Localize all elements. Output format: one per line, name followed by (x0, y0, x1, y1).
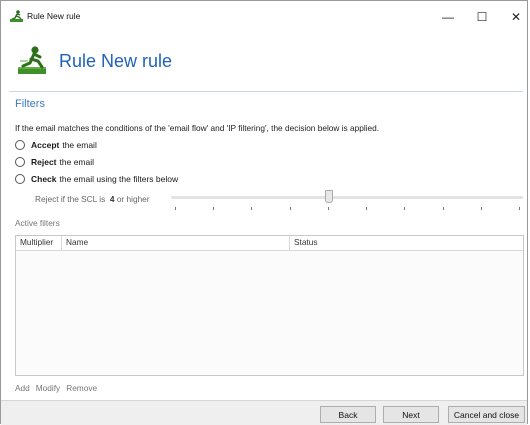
scl-suffix: or higher (116, 194, 150, 204)
scl-slider-tick (480, 207, 482, 210)
reject-option-text: the email (59, 157, 95, 167)
scl-slider-thumb[interactable] (324, 190, 333, 203)
check-radio[interactable] (15, 174, 25, 184)
scl-value: 4 (109, 194, 115, 204)
modify-filter-link[interactable]: Modify (36, 383, 60, 393)
column-header-multiplier[interactable]: Multiplier (16, 236, 62, 250)
table-header: Multiplier Name Status (16, 236, 523, 251)
cancel-and-close-button[interactable]: Cancel and close (448, 406, 525, 423)
scl-slider-tick (404, 207, 406, 210)
accept-option[interactable]: Accept the email (15, 140, 97, 150)
check-option[interactable]: Check the email using the filters below (15, 174, 178, 184)
rule-runner-icon (18, 46, 46, 74)
remove-filter-link[interactable]: Remove (66, 383, 97, 393)
page-title: Rule New rule (59, 51, 173, 71)
column-header-status[interactable]: Status (290, 236, 523, 250)
reject-option[interactable]: Reject the email (15, 157, 94, 167)
scl-slider-tick (519, 207, 520, 210)
scl-slider-tick (442, 207, 444, 210)
window-title: Rule New rule (27, 11, 81, 21)
scl-slider-tick (289, 207, 291, 210)
filter-actions: Add Modify Remove (15, 383, 97, 393)
scl-slider-tick (213, 207, 215, 210)
close-button[interactable]: ✕ (501, 7, 530, 27)
check-option-keyword: Check (31, 174, 57, 184)
scl-slider-track[interactable] (171, 196, 523, 199)
rule-runner-icon (10, 10, 23, 22)
accept-option-keyword: Accept (31, 140, 60, 150)
close-icon: ✕ (510, 10, 522, 24)
dialog-footer: Back Next Cancel and close (1, 400, 527, 425)
scl-slider-tick (366, 207, 368, 210)
accept-radio[interactable] (15, 140, 25, 150)
title-bar: Rule New rule — ☐ ✕ (1, 1, 527, 33)
dialog-header: Rule New rule (1, 41, 527, 89)
rule-dialog-window: Rule New rule — ☐ ✕ Rule New rule Filter… (0, 0, 528, 425)
accept-option-text: the email (62, 140, 97, 150)
check-option-text: the email using the filters below (59, 174, 179, 184)
back-button[interactable]: Back (320, 406, 376, 423)
minimize-button[interactable]: — (433, 7, 463, 27)
maximize-icon: ☐ (476, 10, 488, 24)
scl-threshold-label: Reject if the SCL is 4 or higher (35, 194, 150, 204)
filters-section-title: Filters (15, 98, 45, 110)
column-header-name[interactable]: Name (62, 236, 290, 250)
scl-prefix: Reject if the SCL is (35, 194, 106, 204)
scl-slider-tick (175, 207, 176, 210)
active-filters-table[interactable]: Multiplier Name Status (15, 235, 524, 376)
maximize-button[interactable]: ☐ (467, 7, 497, 27)
scl-slider[interactable] (171, 189, 523, 211)
header-divider (9, 91, 523, 92)
scl-slider-tick (327, 207, 329, 210)
minimize-icon: — (442, 10, 454, 24)
next-button[interactable]: Next (383, 406, 439, 423)
filters-description: If the email matches the conditions of t… (15, 123, 380, 133)
reject-option-keyword: Reject (31, 157, 57, 167)
add-filter-link[interactable]: Add (15, 383, 30, 393)
scl-slider-tick (251, 207, 253, 210)
reject-radio[interactable] (15, 157, 25, 167)
active-filters-label: Active filters (15, 218, 60, 228)
